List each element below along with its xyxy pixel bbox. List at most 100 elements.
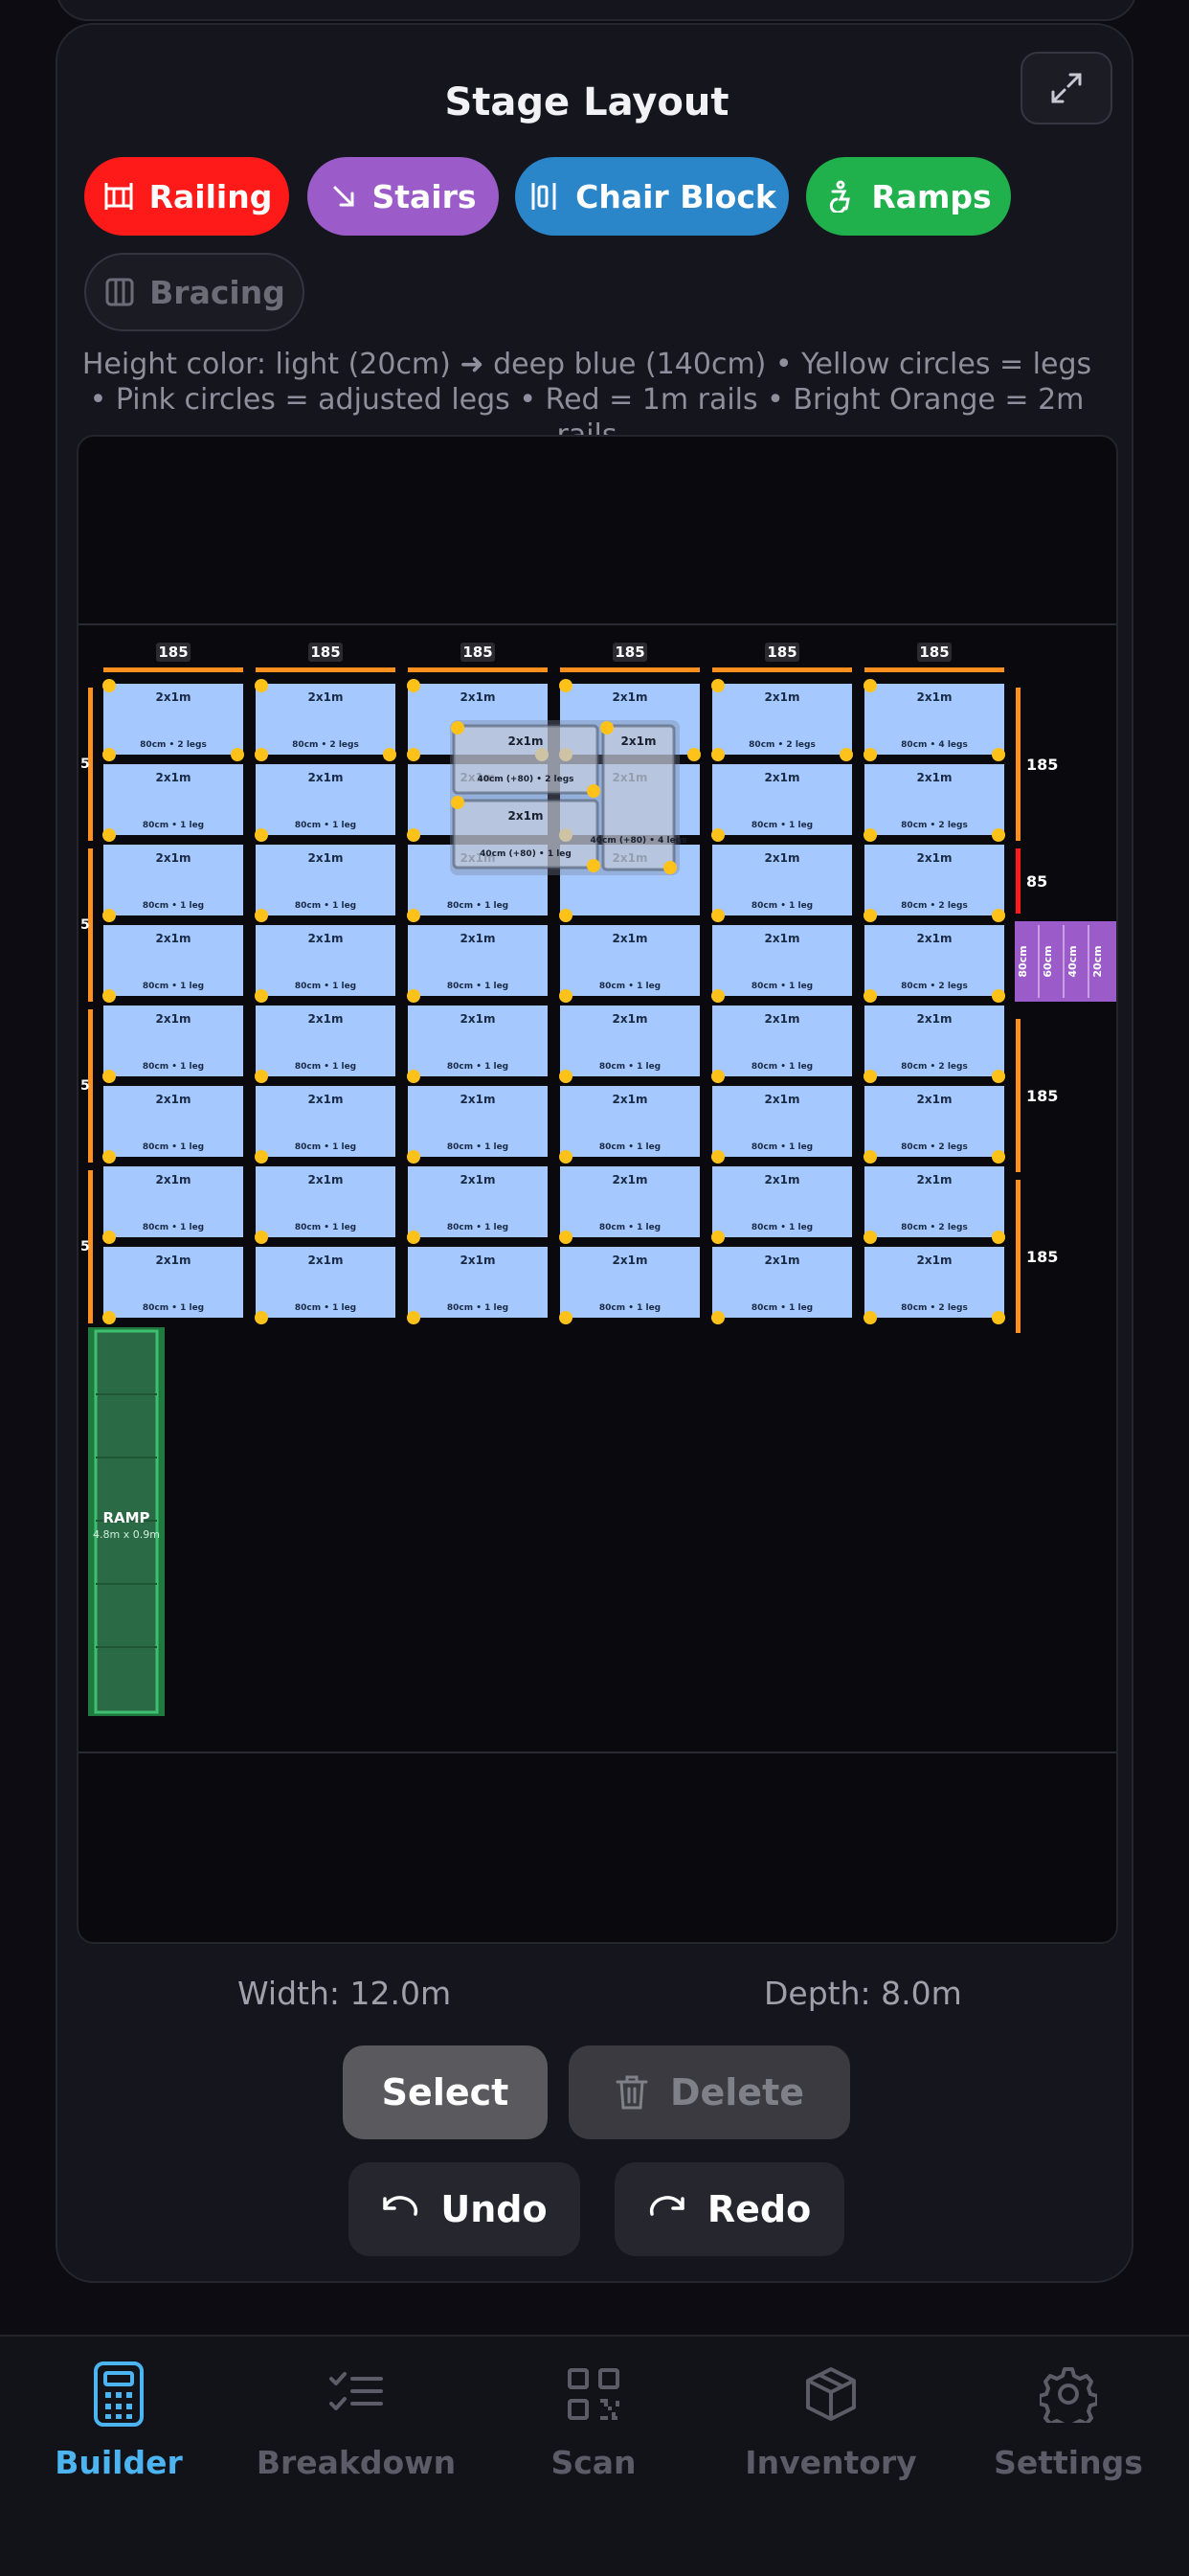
chair-block-button[interactable]: Chair Block — [515, 157, 789, 236]
stage-drawing[interactable]: 185 185 185 185 185 185 5 5 5 5 185 85 185 185 2x1m 80c… — [79, 437, 1116, 1942]
delete-button[interactable]: Delete — [569, 2045, 850, 2139]
trash-icon — [616, 2075, 648, 2110]
stage-platform[interactable]: 2x1m 80cm • 1 leg — [407, 1166, 548, 1244]
stage-platform[interactable]: 2x1m 80cm • 1 leg — [711, 1006, 852, 1083]
stage-layout-card: Stage Layout Railing Stairs Chair Block … — [56, 23, 1133, 2283]
stage-platform[interactable]: 2x1m 80cm • 1 leg — [102, 925, 243, 1003]
stage-platform[interactable]: 2x1m 80cm • 1 leg — [102, 1086, 243, 1164]
leg-marker — [231, 748, 244, 761]
stage-platform[interactable]: 2x1m 80cm • 1 leg — [559, 1086, 700, 1164]
stage-platform[interactable]: 2x1m 80cm • 1 leg — [255, 1166, 395, 1244]
leg-marker — [600, 721, 614, 734]
stage-platform[interactable]: 2x1m 80cm • 1 leg — [407, 1247, 548, 1324]
stage-platform[interactable]: 2x1m 80cm • 1 leg — [102, 1166, 243, 1244]
leg-marker — [992, 1311, 1005, 1324]
expand-arrows-icon — [1051, 73, 1082, 103]
top-rail — [103, 667, 243, 672]
leg-marker — [102, 1311, 116, 1324]
leg-marker — [407, 679, 420, 692]
tab-breakdown-label: Breakdown — [256, 2444, 457, 2481]
stage-platform[interactable]: 2x1m 80cm • 1 leg — [102, 1247, 243, 1324]
raised-platform[interactable]: 2x1m 40cm (+80) • 4 legs — [590, 721, 687, 874]
platform-legs-label: 80cm • 1 leg — [143, 1142, 204, 1152]
redo-label: Redo — [707, 2188, 812, 2230]
leg-marker — [102, 1070, 116, 1083]
stage-platform[interactable]: 2x1m 80cm • 1 leg — [407, 925, 548, 1003]
leg-marker — [407, 828, 420, 842]
leg-marker — [559, 909, 572, 922]
stage-platform[interactable]: 2x1m 80cm • 1 leg — [559, 925, 700, 1003]
bracing-button[interactable]: Bracing — [84, 253, 304, 331]
stage-platform[interactable]: 2x1m 80cm • 1 leg — [102, 1006, 243, 1083]
tab-settings[interactable]: Settings — [950, 2337, 1187, 2528]
platform-size-label: 2x1m — [156, 932, 191, 945]
qr-code-icon — [568, 2368, 619, 2420]
tab-scan[interactable]: Scan — [475, 2337, 712, 2528]
platform-size-label: 2x1m — [156, 851, 191, 865]
stage-platform[interactable]: 2x1m 80cm • 1 leg — [255, 1247, 395, 1324]
stage-platform[interactable]: 2x1m 80cm • 2 legs — [102, 679, 244, 761]
expand-button[interactable] — [1021, 52, 1112, 124]
stage-platform[interactable]: 2x1m 80cm • 1 leg — [559, 1166, 700, 1244]
stage-platform[interactable]: 2x1m 80cm • 1 leg — [559, 1247, 700, 1324]
stage-platform[interactable]: 2x1m 80cm • 1 leg — [255, 764, 395, 842]
stairs-block[interactable]: 80cm 60cm 40cm 20cm — [1015, 921, 1116, 1002]
stage-platform[interactable]: 2x1m 80cm • 1 leg — [559, 1006, 700, 1083]
platform-size-label: 2x1m — [460, 690, 496, 704]
stage-platform[interactable]: 2x1m 80cm • 1 leg — [407, 1006, 548, 1083]
raised-platform-legs: 40cm (+80) • 2 legs — [477, 775, 573, 784]
stage-canvas[interactable]: 185 185 185 185 185 185 5 5 5 5 185 85 185 185 2x1m 80c… — [77, 435, 1118, 1944]
leg-marker — [687, 748, 701, 761]
previous-card-edge — [56, 0, 1137, 21]
stage-platform[interactable]: 2x1m 80cm • 1 leg — [102, 845, 243, 922]
stage-platform[interactable]: 2x1m 80cm • 2 legs — [255, 679, 396, 761]
platform-legs-label: 80cm • 1 leg — [752, 1062, 813, 1072]
stage-platform[interactable]: 2x1m 80cm • 2 legs — [864, 764, 1005, 842]
stage-platform[interactable]: 2x1m 80cm • 2 legs — [864, 925, 1005, 1003]
stage-platform[interactable]: 2x1m 80cm • 1 leg — [255, 845, 395, 922]
ramps-button[interactable]: Ramps — [806, 157, 1011, 236]
stairs-button[interactable]: Stairs — [307, 157, 499, 236]
stage-platform[interactable]: 2x1m 80cm • 2 legs — [864, 1166, 1005, 1244]
undo-button[interactable]: Undo — [348, 2162, 580, 2256]
tab-builder[interactable]: Builder — [0, 2337, 237, 2528]
platform-legs-label: 80cm • 1 leg — [143, 1062, 204, 1072]
select-button[interactable]: Select — [343, 2045, 548, 2139]
stage-platform[interactable]: 2x1m 80cm • 1 leg — [711, 1166, 852, 1244]
tab-inventory[interactable]: Inventory — [712, 2337, 950, 2528]
stage-platform[interactable]: 2x1m 80cm • 1 leg — [711, 1247, 852, 1324]
leg-marker — [102, 1231, 116, 1244]
stage-platform[interactable]: 2x1m 80cm • 2 legs — [864, 845, 1005, 922]
stage-platform[interactable]: 2x1m 80cm • 4 legs — [864, 679, 1005, 761]
platform-legs-label: 80cm • 1 leg — [295, 1142, 356, 1152]
stage-platform[interactable]: 2x1m 80cm • 1 leg — [255, 1086, 395, 1164]
rail-length-label: 185 — [462, 644, 492, 661]
tab-breakdown[interactable]: Breakdown — [237, 2337, 475, 2528]
leg-marker — [864, 1231, 877, 1244]
raised-platform[interactable]: 2x1m 40cm (+80) • 2 legs — [451, 721, 600, 798]
stage-platform[interactable]: 2x1m 80cm • 2 legs — [864, 1247, 1005, 1324]
stage-platform[interactable]: 2x1m 80cm • 1 leg — [102, 764, 243, 842]
redo-button[interactable]: Redo — [615, 2162, 844, 2256]
left-rail-label: 5 — [80, 757, 90, 772]
undo-label: Undo — [440, 2188, 548, 2230]
stage-platform[interactable]: 2x1m 80cm • 1 leg — [711, 764, 852, 842]
stage-platform[interactable]: 2x1m 80cm • 2 legs — [711, 679, 853, 761]
stage-platform[interactable]: 2x1m 80cm • 2 legs — [864, 1086, 1005, 1164]
platform-size-label: 2x1m — [613, 690, 648, 704]
stage-platform[interactable]: 2x1m 80cm • 1 leg — [255, 925, 395, 1003]
stage-platform[interactable]: 2x1m 80cm • 1 leg — [711, 925, 852, 1003]
leg-marker — [451, 721, 464, 734]
stage-platform[interactable]: 2x1m 80cm • 1 leg — [711, 1086, 852, 1164]
leg-marker — [864, 909, 877, 922]
stage-platform[interactable]: 2x1m 80cm • 1 leg — [711, 845, 852, 922]
top-rail — [712, 667, 852, 672]
leg-marker — [102, 989, 116, 1003]
stage-platform[interactable]: 2x1m 80cm • 1 leg — [255, 1006, 395, 1083]
stage-platform[interactable]: 2x1m 80cm • 2 legs — [864, 1006, 1005, 1083]
ramp-block[interactable]: RAMP 4.8m x 0.9m — [88, 1327, 165, 1716]
platform-size-label: 2x1m — [765, 1093, 800, 1106]
stage-platform[interactable]: 2x1m 80cm • 1 leg — [407, 1086, 548, 1164]
raised-platform[interactable]: 2x1m 40cm (+80) • 1 leg — [451, 796, 600, 872]
railing-button[interactable]: Railing — [84, 157, 289, 236]
